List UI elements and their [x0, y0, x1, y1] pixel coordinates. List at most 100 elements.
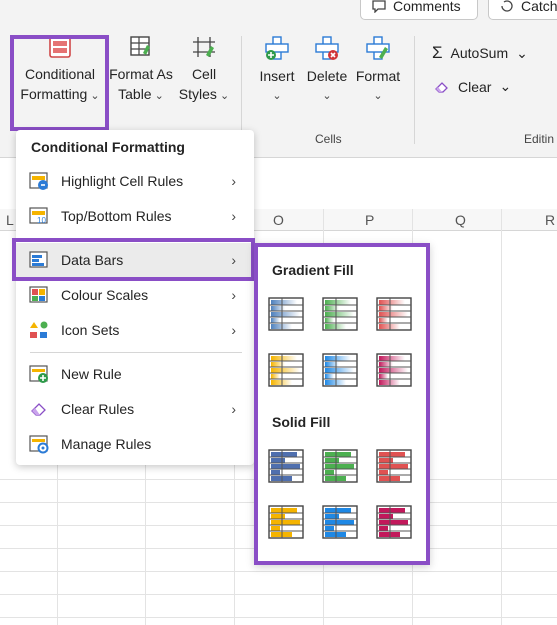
- menu-item-data-bars[interactable]: Data Bars ›: [16, 243, 254, 277]
- clear-button[interactable]: Clear ⌄: [434, 78, 511, 95]
- cell-styles-icon: [193, 37, 215, 57]
- format-as-table-icon: [130, 36, 150, 56]
- gradient-data-bar-option-1[interactable]: [268, 297, 304, 331]
- autosum-button[interactable]: Σ AutoSum ⌄: [432, 43, 528, 63]
- chevron-right-icon: ›: [231, 173, 236, 189]
- delete-button[interactable]: Delete ⌄: [304, 36, 350, 106]
- cf-label-line1: Conditional: [24, 66, 96, 82]
- chevron-right-icon: ›: [231, 252, 236, 268]
- gradient-fill-heading: Gradient Fill: [272, 262, 354, 278]
- solid-data-bar-option-1[interactable]: [268, 449, 304, 483]
- column-letter[interactable]: O: [273, 212, 284, 228]
- comments-button[interactable]: Comments: [360, 0, 478, 20]
- delete-cells-icon: [315, 36, 339, 60]
- cs-label-line2: Styles: [178, 86, 217, 102]
- insert-cells-icon: [265, 36, 289, 60]
- menu-item-label: Clear Rules: [61, 401, 135, 417]
- column-letter[interactable]: L: [6, 212, 14, 228]
- menu-item-label: Top/Bottom Rules: [61, 208, 172, 224]
- colour-scales-icon: [29, 286, 48, 303]
- format-cells-icon: [366, 36, 390, 60]
- format-label: Format: [355, 68, 401, 84]
- gradient-data-bar-option-3[interactable]: [376, 297, 412, 331]
- grid-line: [0, 617, 557, 618]
- chevron-down-icon: ⌄: [322, 90, 332, 102]
- editing-group-label: Editin: [524, 132, 555, 146]
- chevron-down-icon: ⌄: [272, 90, 282, 102]
- gradient-data-bar-option-6[interactable]: [376, 353, 412, 387]
- menu-item-label: Colour Scales: [61, 287, 149, 303]
- chevron-down-icon: ⌄: [516, 44, 528, 61]
- sigma-icon: Σ: [432, 43, 443, 62]
- ribbon-separator: [414, 36, 415, 144]
- menu-separator: [30, 238, 242, 239]
- column-letter[interactable]: R: [545, 212, 555, 228]
- menu-item-label: Data Bars: [61, 252, 124, 268]
- column-letter[interactable]: Q: [455, 212, 466, 228]
- cells-group-label: Cells: [315, 132, 342, 146]
- icon-sets-icon: [30, 321, 48, 338]
- new-rule-icon: [29, 365, 48, 383]
- menu-item-label: Manage Rules: [61, 436, 152, 452]
- insert-label: Insert: [259, 68, 295, 84]
- conditional-formatting-icon: [49, 36, 71, 58]
- menu-title: Conditional Formatting: [31, 139, 185, 155]
- solid-data-bar-option-2[interactable]: [322, 449, 358, 483]
- conditional-formatting-menu: Conditional Formatting Highlight Cell Ru…: [16, 130, 254, 465]
- eraser-icon: [435, 81, 448, 93]
- clear-rules-eraser-icon: [31, 403, 46, 416]
- insert-button[interactable]: Insert ⌄: [254, 36, 300, 106]
- comments-label: Comments: [393, 0, 461, 14]
- chevron-down-icon: ⌄: [87, 90, 100, 102]
- conditional-formatting-button[interactable]: Conditional Formatting ⌄: [14, 36, 106, 106]
- menu-item-top-bottom-rules[interactable]: 10 Top/Bottom Rules ›: [16, 199, 254, 233]
- menu-item-label: Highlight Cell Rules: [61, 173, 184, 189]
- cell-styles-button[interactable]: Cell Styles ⌄: [176, 36, 232, 106]
- chevron-right-icon: ›: [231, 208, 236, 224]
- solid-data-bar-option-4[interactable]: [268, 505, 304, 539]
- menu-item-label: Icon Sets: [61, 322, 120, 338]
- chevron-down-icon: ⌄: [151, 90, 164, 102]
- chevron-right-icon: ›: [231, 287, 236, 303]
- gradient-data-bar-option-2[interactable]: [322, 297, 358, 331]
- chevron-right-icon: ›: [231, 322, 236, 338]
- solid-data-bar-option-6[interactable]: [376, 505, 412, 539]
- cf-label-line2: Formatting: [20, 86, 88, 102]
- chevron-down-icon: ⌄: [373, 90, 383, 102]
- menu-item-label: New Rule: [61, 366, 122, 382]
- column-letter[interactable]: P: [365, 212, 374, 228]
- chevron-down-icon: ⌄: [216, 90, 230, 102]
- gradient-data-bar-option-5[interactable]: [322, 353, 358, 387]
- gradient-data-bar-option-4[interactable]: [268, 353, 304, 387]
- svg-text:10: 10: [37, 216, 46, 225]
- top-bottom-rules-icon: 10: [29, 207, 48, 225]
- chevron-right-icon: ›: [231, 401, 236, 417]
- catchup-label: Catch: [521, 0, 557, 14]
- menu-separator: [30, 352, 242, 353]
- solid-data-bar-option-5[interactable]: [322, 505, 358, 539]
- menu-item-clear-rules[interactable]: Clear Rules ›: [16, 392, 254, 426]
- chevron-down-icon: ⌄: [499, 78, 512, 94]
- solid-data-bar-option-3[interactable]: [376, 449, 412, 483]
- menu-item-highlight-cell-rules[interactable]: Highlight Cell Rules ›: [16, 164, 254, 198]
- solid-fill-heading: Solid Fill: [272, 414, 331, 430]
- autosum-label: AutoSum: [450, 45, 509, 61]
- data-bars-submenu: Gradient Fill Solid Fill: [254, 243, 430, 565]
- grid-line: [0, 571, 557, 572]
- delete-label: Delete: [306, 68, 348, 84]
- highlight-cell-rules-icon: [29, 172, 48, 190]
- menu-item-manage-rules[interactable]: Manage Rules: [16, 427, 254, 461]
- catchup-icon: [501, 0, 513, 12]
- menu-item-new-rule[interactable]: New Rule: [16, 357, 254, 391]
- grid-line: [0, 594, 557, 595]
- comment-icon: [372, 0, 386, 13]
- ribbon-separator: [241, 36, 242, 144]
- menu-item-colour-scales[interactable]: Colour Scales ›: [16, 278, 254, 312]
- format-button[interactable]: Format ⌄: [354, 36, 402, 106]
- fat-label-line1: Format As: [109, 66, 173, 82]
- data-bars-icon: [29, 251, 48, 268]
- clear-label: Clear: [458, 78, 492, 95]
- catchup-button[interactable]: Catch: [488, 0, 557, 20]
- format-as-table-button[interactable]: Format As Table ⌄: [106, 36, 176, 106]
- menu-item-icon-sets[interactable]: Icon Sets ›: [16, 313, 254, 347]
